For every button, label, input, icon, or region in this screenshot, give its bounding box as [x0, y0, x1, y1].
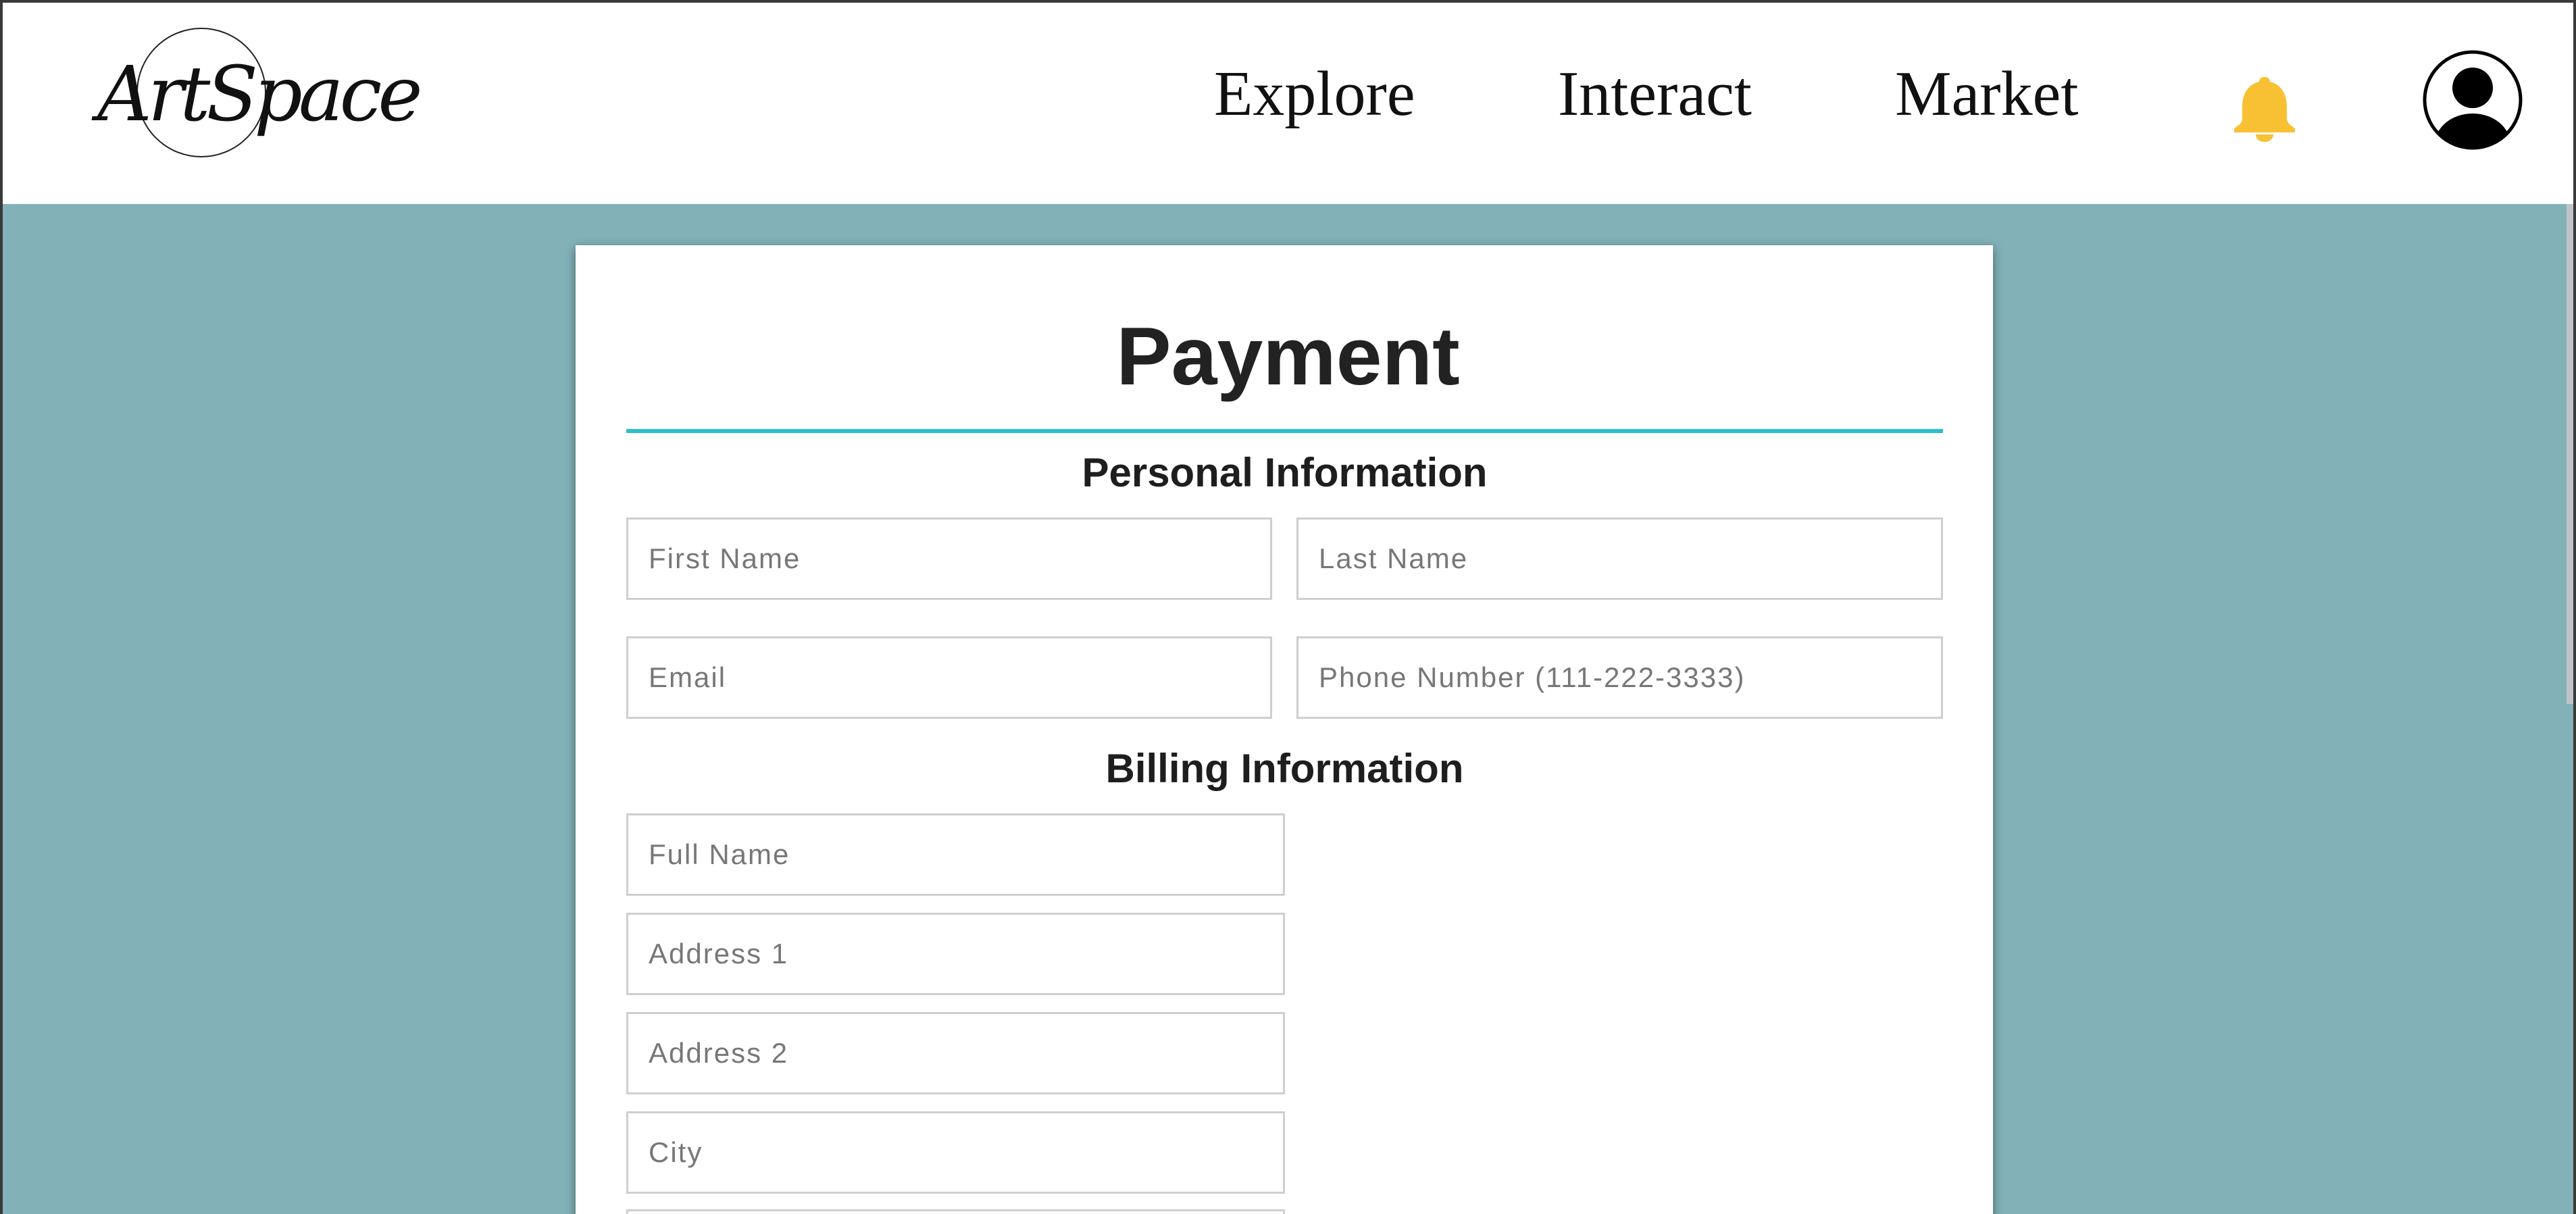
- city-field[interactable]: [626, 1111, 1285, 1194]
- phone-number-field[interactable]: [1296, 636, 1943, 719]
- page-title: Payment: [1116, 310, 1460, 402]
- nav-explore-link[interactable]: Explore: [1214, 62, 1415, 126]
- address-2-field[interactable]: [626, 1012, 1285, 1094]
- email-field[interactable]: [626, 636, 1272, 719]
- bell-icon[interactable]: [2233, 74, 2296, 142]
- artspace-logo[interactable]: ArtSpace: [91, 27, 424, 169]
- title-divider: [626, 429, 1943, 433]
- page-scrollbar[interactable]: [2567, 204, 2576, 704]
- first-name-field[interactable]: [626, 517, 1272, 600]
- personal-info-heading: Personal Information: [1082, 450, 1488, 495]
- top-navbar: ArtSpace Explore Interact Market: [0, 0, 2576, 204]
- logo-graphic: ArtSpace: [91, 28, 424, 157]
- user-avatar-icon[interactable]: [2423, 50, 2523, 150]
- next-billing-field-partial[interactable]: [626, 1209, 1285, 1214]
- nav-market-link[interactable]: Market: [1895, 62, 2078, 126]
- logo-wordmark: ArtSpace: [91, 51, 420, 138]
- billing-info-heading: Billing Information: [1105, 746, 1464, 791]
- nav-interact-link[interactable]: Interact: [1558, 62, 1752, 126]
- full-name-field[interactable]: [626, 813, 1285, 896]
- address-1-field[interactable]: [626, 913, 1285, 995]
- last-name-field[interactable]: [1296, 517, 1943, 600]
